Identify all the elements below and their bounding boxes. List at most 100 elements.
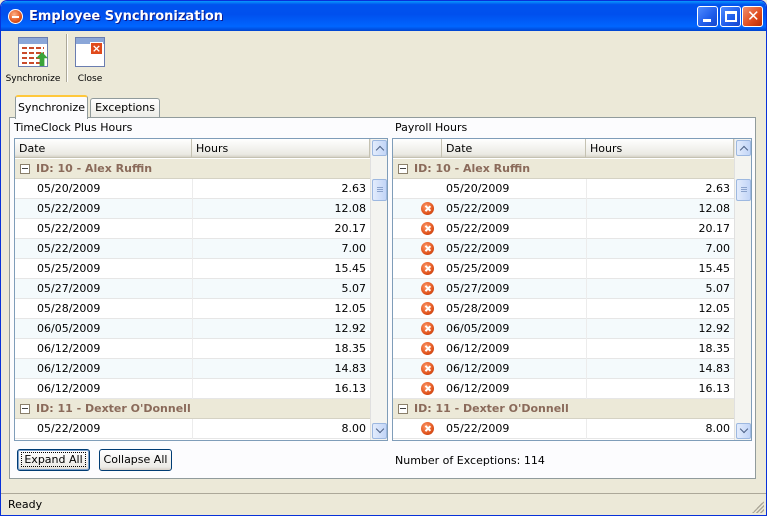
table-row[interactable]: 06/12/2009 16.13 — [15, 379, 370, 399]
group-label: ID: 10 - Alex Ruffin — [36, 162, 153, 175]
collapse-icon[interactable] — [20, 164, 30, 174]
group-label: ID: 11 - Dexter O'Donnell — [414, 402, 569, 415]
group-row[interactable]: ID: 10 - Alex Ruffin — [393, 159, 734, 179]
table-row[interactable]: 06/05/2009 12.92 — [393, 319, 734, 339]
date-cell: 05/22/2009 — [37, 222, 101, 235]
table-row[interactable]: 06/12/2009 18.35 — [15, 339, 370, 359]
group-label: ID: 11 - Dexter O'Donnell — [36, 402, 191, 415]
table-row[interactable]: 05/22/2009 20.17 — [15, 219, 370, 239]
hours-cell: 14.83 — [334, 362, 367, 375]
table-row[interactable]: 05/22/2009 8.00 — [393, 419, 734, 439]
table-row[interactable]: 05/27/2009 5.07 — [15, 279, 370, 299]
hours-cell: 12.05 — [334, 302, 367, 315]
error-icon — [421, 342, 434, 355]
employee-sync-window: Employee Synchronization ✕ Synchronize ×… — [0, 0, 767, 516]
table-row[interactable]: 05/22/2009 12.08 — [15, 199, 370, 219]
column-header-hours[interactable]: Hours — [586, 139, 734, 158]
hours-cell: 18.35 — [334, 342, 367, 355]
hours-cell: 16.13 — [698, 382, 731, 395]
table-row[interactable]: 05/28/2009 12.05 — [393, 299, 734, 319]
scroll-thumb[interactable] — [372, 179, 387, 201]
window-title: Employee Synchronization — [29, 9, 224, 24]
table-row[interactable]: 05/22/2009 7.00 — [393, 239, 734, 259]
hours-cell: 12.08 — [698, 202, 731, 215]
scroll-up-button[interactable] — [372, 140, 387, 156]
chevron-up-icon — [739, 145, 749, 155]
minimize-button[interactable] — [697, 6, 718, 27]
toolbar-separator — [66, 34, 68, 82]
group-row[interactable]: ID: 10 - Alex Ruffin — [15, 159, 370, 179]
table-row[interactable]: 05/25/2009 15.45 — [15, 259, 370, 279]
collapse-icon[interactable] — [398, 404, 408, 414]
table-row[interactable]: 05/20/2009 2.63 — [393, 179, 734, 199]
column-header-date[interactable]: Date — [15, 139, 192, 158]
table-row[interactable]: 06/05/2009 12.92 — [15, 319, 370, 339]
exceptions-count: Number of Exceptions: 114 — [395, 454, 545, 467]
date-cell: 05/27/2009 — [446, 282, 510, 295]
table-row[interactable]: 06/12/2009 14.83 — [15, 359, 370, 379]
maximize-button[interactable] — [720, 6, 741, 27]
timeclock-grid[interactable]: Date Hours ID: 10 - Alex Ruffin 05/20/200… — [14, 138, 388, 441]
chevron-up-icon — [375, 145, 385, 155]
hours-cell: 15.45 — [698, 262, 731, 275]
scroll-up-button[interactable] — [736, 140, 751, 156]
toolbar: Synchronize × Close — [1, 31, 766, 86]
app-icon[interactable] — [8, 9, 23, 24]
hours-cell: 7.00 — [705, 242, 731, 255]
minimize-icon — [703, 19, 711, 22]
hours-cell: 2.63 — [341, 182, 367, 195]
resize-grip-icon[interactable] — [752, 501, 764, 513]
date-cell: 05/22/2009 — [446, 202, 510, 215]
column-header-date[interactable]: Date — [442, 139, 586, 158]
close-window-button[interactable]: ✕ — [742, 6, 763, 27]
vertical-scrollbar[interactable] — [370, 139, 387, 440]
scroll-down-button[interactable] — [736, 423, 751, 439]
vertical-scrollbar[interactable] — [734, 139, 751, 440]
tab-exceptions[interactable]: Exceptions — [90, 98, 160, 118]
group-label: ID: 10 - Alex Ruffin — [414, 162, 531, 175]
table-row[interactable]: 05/22/2009 7.00 — [15, 239, 370, 259]
hours-cell: 18.35 — [698, 342, 731, 355]
table-row[interactable]: 06/12/2009 14.83 — [393, 359, 734, 379]
synchronize-label: Synchronize — [5, 74, 61, 84]
date-cell: 06/12/2009 — [37, 342, 101, 355]
title-bar[interactable]: Employee Synchronization ✕ — [1, 1, 766, 31]
chevron-down-icon — [739, 424, 749, 434]
table-row[interactable]: 05/22/2009 12.08 — [393, 199, 734, 219]
table-row[interactable]: 05/27/2009 5.07 — [393, 279, 734, 299]
hours-cell: 2.63 — [705, 182, 731, 195]
scroll-down-button[interactable] — [372, 423, 387, 439]
group-row[interactable]: ID: 11 - Dexter O'Donnell — [393, 399, 734, 419]
synchronize-button[interactable]: Synchronize — [5, 31, 61, 86]
expand-all-button[interactable]: Expand All — [17, 449, 90, 471]
date-cell: 05/28/2009 — [37, 302, 101, 315]
collapse-icon[interactable] — [20, 404, 30, 414]
table-row[interactable]: 05/25/2009 15.45 — [393, 259, 734, 279]
date-cell: 05/20/2009 — [37, 182, 101, 195]
table-row[interactable]: 05/20/2009 2.63 — [15, 179, 370, 199]
column-header-status[interactable] — [393, 139, 442, 158]
hours-cell: 8.00 — [341, 422, 367, 435]
error-icon — [421, 222, 434, 235]
date-cell: 06/12/2009 — [446, 362, 510, 375]
close-button[interactable]: × Close — [73, 31, 107, 86]
collapse-icon[interactable] — [398, 164, 408, 174]
table-row[interactable]: 06/12/2009 16.13 — [393, 379, 734, 399]
tab-synchronize[interactable]: Synchronize — [15, 95, 88, 119]
scroll-thumb[interactable] — [736, 179, 751, 201]
table-row[interactable]: 05/22/2009 8.00 — [15, 419, 370, 439]
date-cell: 06/12/2009 — [446, 382, 510, 395]
table-row[interactable]: 06/12/2009 18.35 — [393, 339, 734, 359]
close-label: Close — [77, 74, 103, 84]
date-cell: 06/05/2009 — [446, 322, 510, 335]
table-row[interactable]: 05/28/2009 12.05 — [15, 299, 370, 319]
column-header-hours[interactable]: Hours — [192, 139, 370, 158]
date-cell: 06/12/2009 — [37, 382, 101, 395]
payroll-grid[interactable]: Date Hours ID: 10 - Alex Ruffin 05/20/200… — [392, 138, 752, 441]
group-row[interactable]: ID: 11 - Dexter O'Donnell — [15, 399, 370, 419]
error-icon — [421, 242, 434, 255]
date-cell: 05/22/2009 — [37, 202, 101, 215]
hours-cell: 5.07 — [341, 282, 367, 295]
table-row[interactable]: 05/22/2009 20.17 — [393, 219, 734, 239]
collapse-all-button[interactable]: Collapse All — [99, 449, 172, 471]
